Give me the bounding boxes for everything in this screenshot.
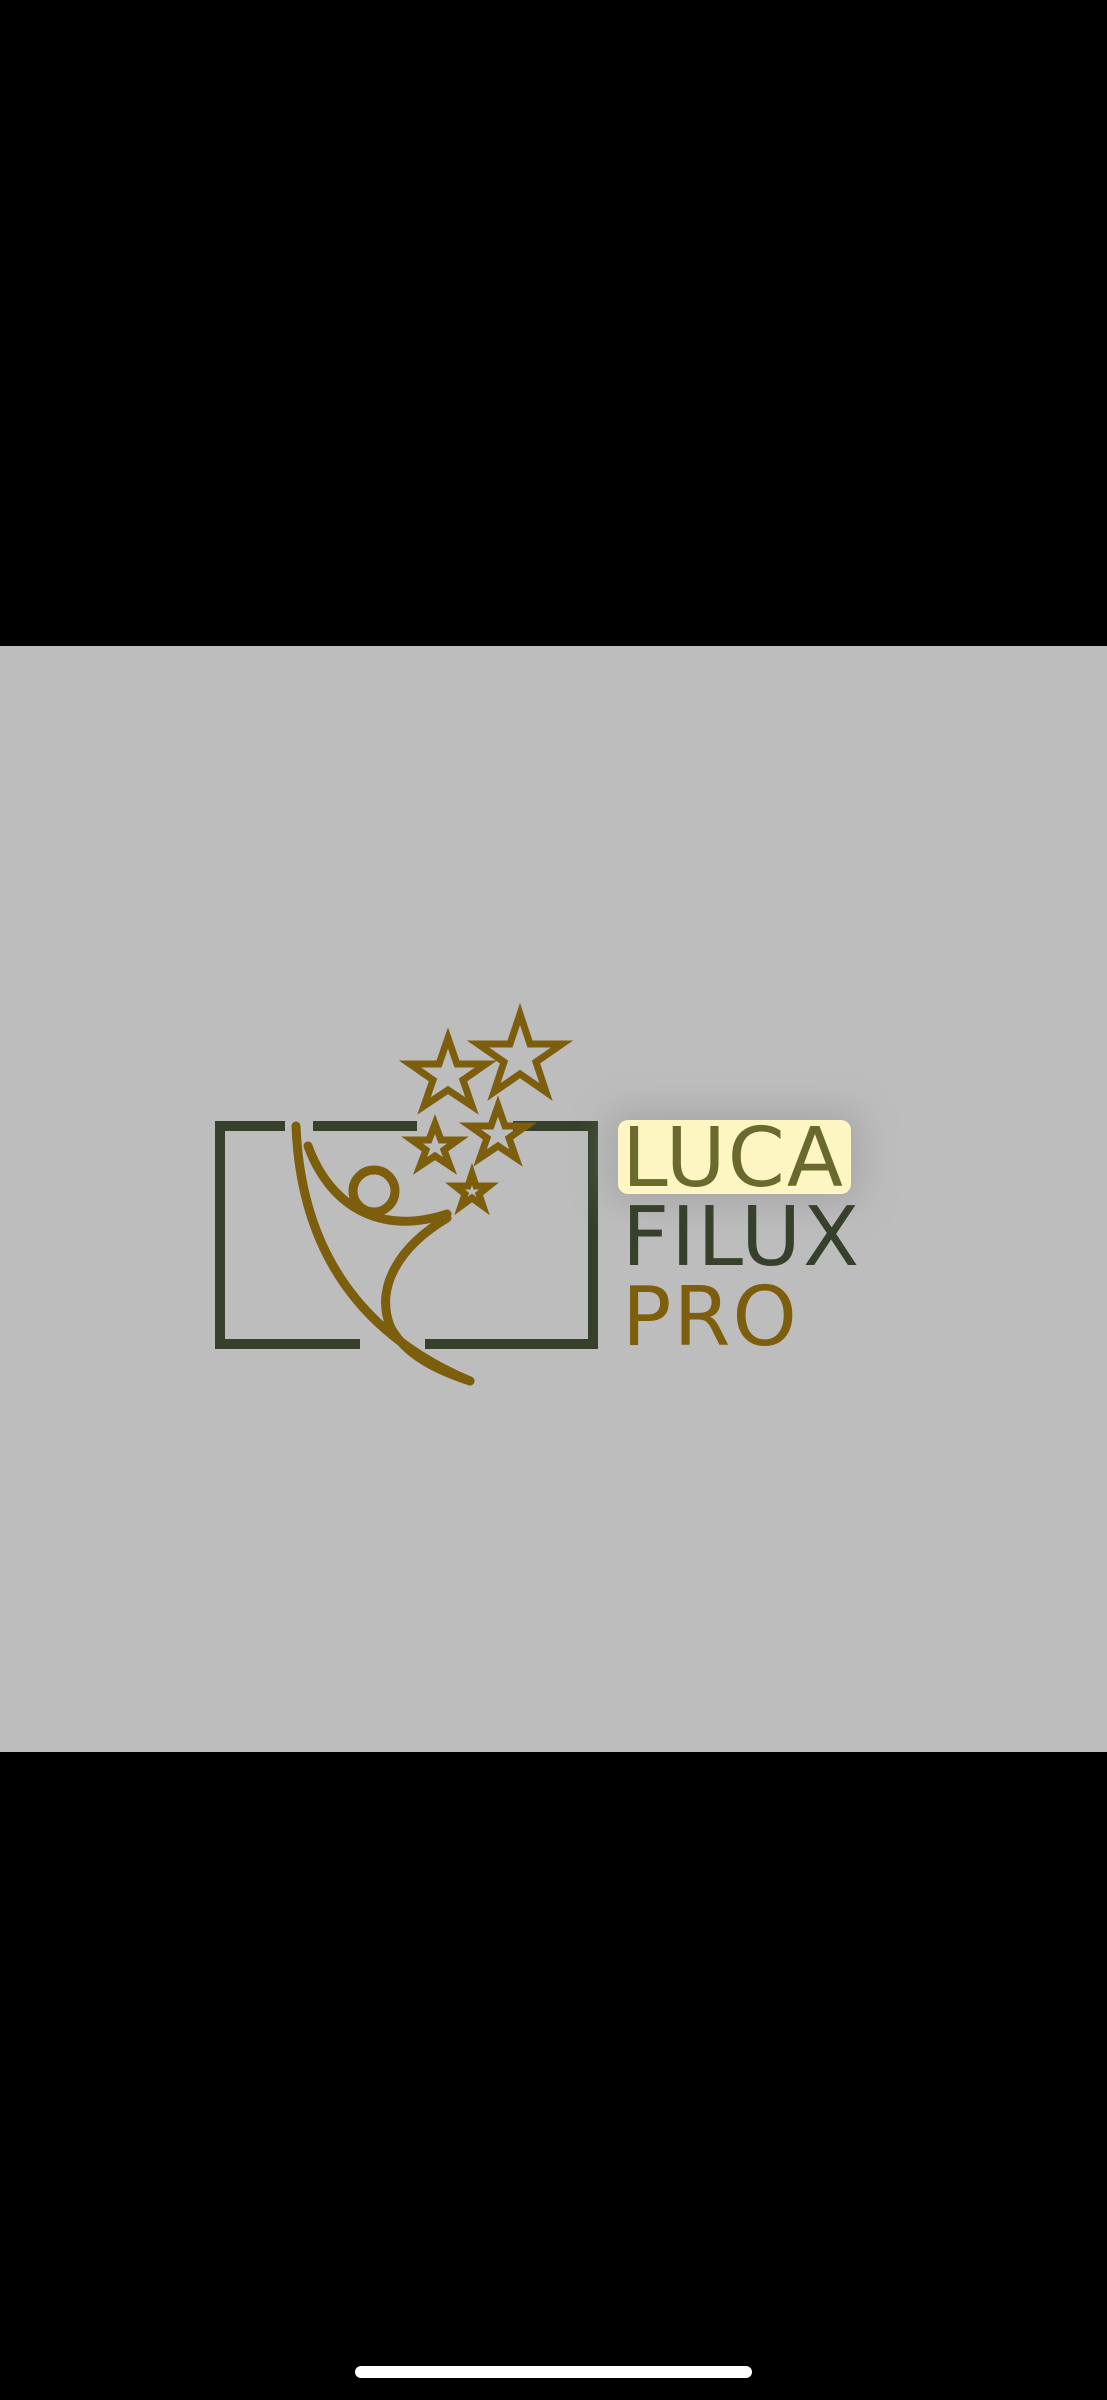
- logo-graphic: [215, 1002, 598, 1386]
- logo-word-filux: FILUX: [622, 1190, 862, 1285]
- photo-viewer: LUCA FILUX PRO: [0, 0, 1107, 2400]
- logo-image[interactable]: LUCA FILUX PRO: [0, 646, 1107, 1752]
- logo-word-pro: PRO: [622, 1270, 799, 1365]
- star-icon: [398, 1002, 574, 1216]
- logo-word-luca: LUCA: [618, 1118, 851, 1200]
- home-indicator-bar[interactable]: [355, 2366, 752, 2378]
- logo-wordmark: LUCA FILUX PRO: [618, 1114, 922, 1365]
- camera-frame-icon: [215, 1121, 598, 1349]
